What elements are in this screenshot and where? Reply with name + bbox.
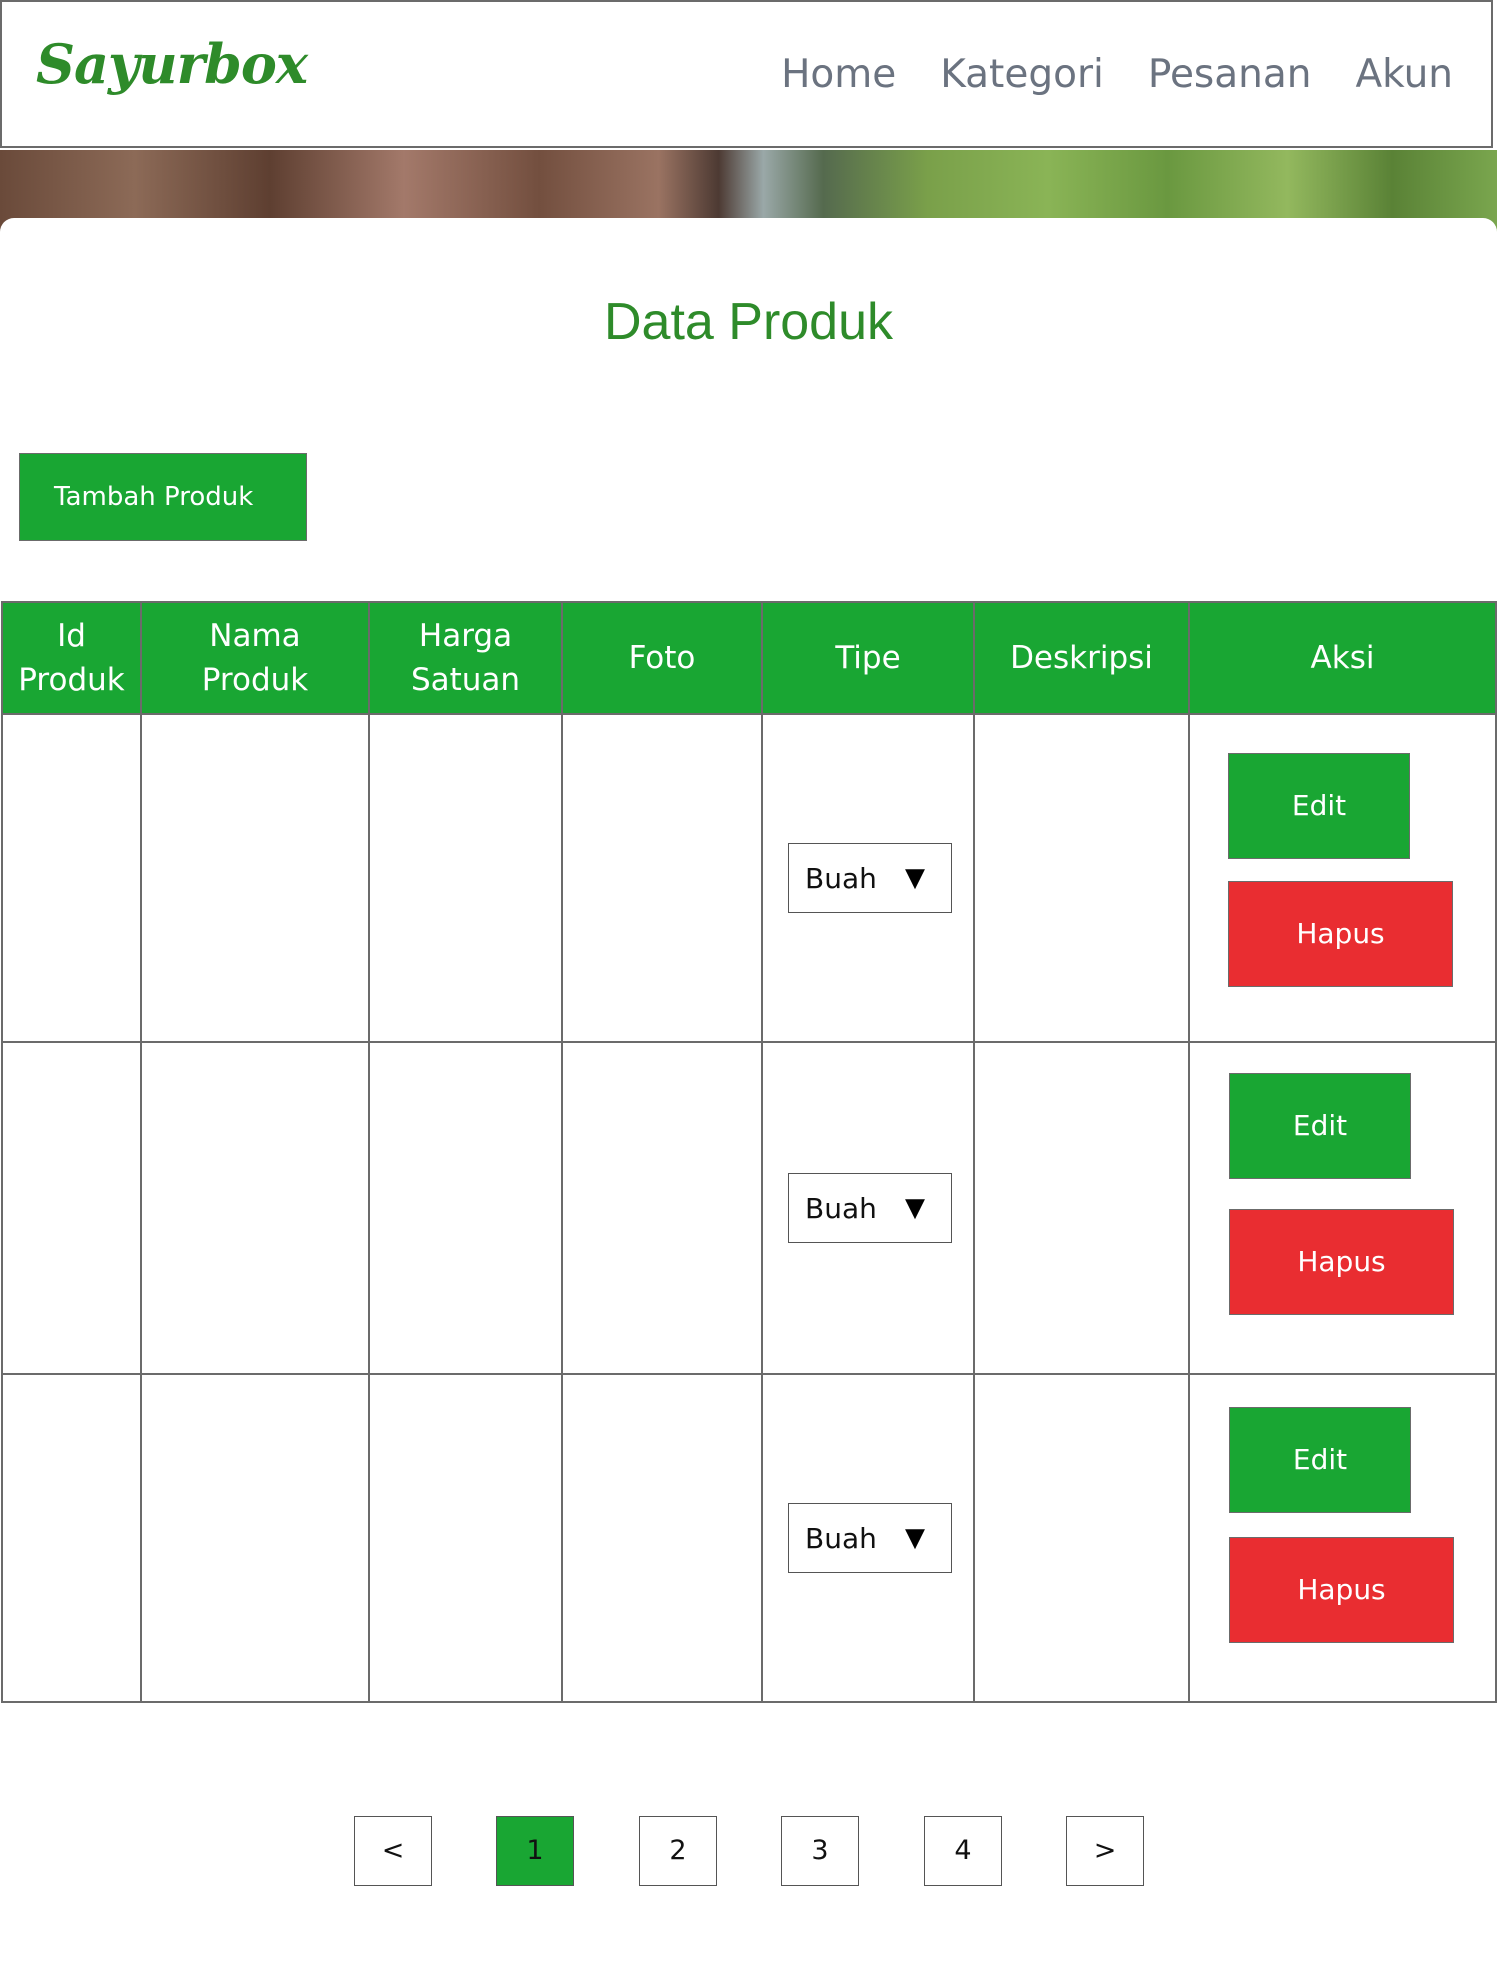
cell-tipe: Buah ▼ [761, 1373, 975, 1703]
dropdown-arrow-icon: ▼ [905, 863, 925, 893]
cell-foto [561, 1041, 763, 1375]
page-title: Data Produk [603, 293, 894, 351]
pagination-next-button[interactable]: > [1066, 1816, 1144, 1886]
tipe-select-value: Buah [805, 861, 877, 895]
cell-deskripsi [973, 1041, 1190, 1375]
header-tipe: Tipe [761, 601, 975, 715]
pagination: < 1 2 3 4 > [0, 1816, 1497, 1886]
cell-deskripsi [973, 713, 1190, 1043]
header-aksi: Aksi [1188, 601, 1497, 715]
cell-id-produk [1, 1041, 142, 1375]
tipe-select[interactable]: Buah ▼ [788, 1503, 952, 1573]
table-row: Buah ▼ Edit Hapus [1, 1041, 1497, 1375]
pagination-page-3[interactable]: 3 [781, 1816, 859, 1886]
pagination-prev-button[interactable]: < [354, 1816, 432, 1886]
cell-harga-satuan [368, 1373, 563, 1703]
cell-deskripsi [973, 1373, 1190, 1703]
cell-tipe: Buah ▼ [761, 1041, 975, 1375]
table-header-row: Id Produk Nama Produk Harga Satuan Foto … [1, 601, 1497, 715]
delete-button[interactable]: Hapus [1229, 1537, 1454, 1643]
navbar: Sayurbox Home Kategori Pesanan Akun [0, 0, 1493, 148]
table-row: Buah ▼ Edit Hapus [1, 1373, 1497, 1703]
table-row: Buah ▼ Edit Hapus [1, 713, 1497, 1043]
pagination-page-1[interactable]: 1 [496, 1816, 574, 1886]
edit-button[interactable]: Edit [1228, 753, 1410, 859]
cell-aksi: Edit Hapus [1188, 713, 1497, 1043]
dropdown-arrow-icon: ▼ [905, 1523, 925, 1553]
cell-harga-satuan [368, 713, 563, 1043]
cell-tipe: Buah ▼ [761, 713, 975, 1043]
nav-kategori[interactable]: Kategori [940, 52, 1104, 97]
delete-button[interactable]: Hapus [1228, 881, 1453, 987]
brand-logo[interactable]: Sayurbox [36, 32, 308, 96]
cell-nama-produk [140, 1373, 370, 1703]
nav-akun[interactable]: Akun [1356, 52, 1454, 97]
cell-foto [561, 713, 763, 1043]
tipe-select[interactable]: Buah ▼ [788, 843, 952, 913]
tipe-select-value: Buah [805, 1191, 877, 1225]
cell-nama-produk [140, 1041, 370, 1375]
cell-harga-satuan [368, 1041, 563, 1375]
header-id-produk: Id Produk [1, 601, 142, 715]
tipe-select-value: Buah [805, 1521, 877, 1555]
pagination-page-2[interactable]: 2 [639, 1816, 717, 1886]
cell-foto [561, 1373, 763, 1703]
tipe-select[interactable]: Buah ▼ [788, 1173, 952, 1243]
edit-button[interactable]: Edit [1229, 1073, 1411, 1179]
nav-pesanan[interactable]: Pesanan [1148, 52, 1312, 97]
pagination-page-4[interactable]: 4 [924, 1816, 1002, 1886]
header-deskripsi: Deskripsi [973, 601, 1190, 715]
cell-id-produk [1, 713, 142, 1043]
add-product-button[interactable]: Tambah Produk [19, 453, 307, 541]
edit-button[interactable]: Edit [1229, 1407, 1411, 1513]
dropdown-arrow-icon: ▼ [905, 1193, 925, 1223]
cell-aksi: Edit Hapus [1188, 1373, 1497, 1703]
cell-nama-produk [140, 713, 370, 1043]
product-table: Id Produk Nama Produk Harga Satuan Foto … [1, 601, 1497, 1703]
header-foto: Foto [561, 601, 763, 715]
cell-id-produk [1, 1373, 142, 1703]
delete-button[interactable]: Hapus [1229, 1209, 1454, 1315]
nav-home[interactable]: Home [781, 52, 896, 97]
header-harga-satuan: Harga Satuan [368, 601, 563, 715]
cell-aksi: Edit Hapus [1188, 1041, 1497, 1375]
nav-menu: Home Kategori Pesanan Akun [781, 52, 1453, 97]
header-nama-produk: Nama Produk [140, 601, 370, 715]
